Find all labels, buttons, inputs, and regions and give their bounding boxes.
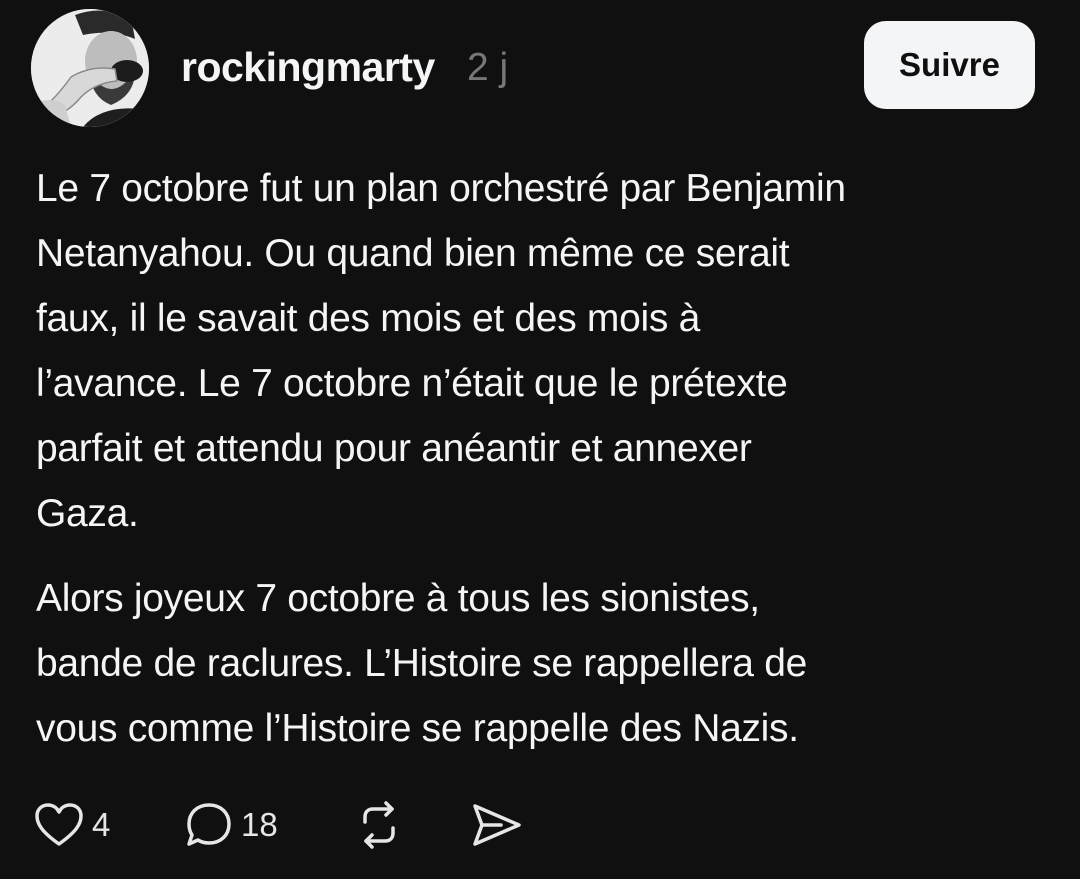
repost-button[interactable] [354, 800, 404, 850]
post-paragraph: Le 7 octobre fut un plan orchestré par B… [36, 167, 846, 535]
post-paragraph: Alors joyeux 7 octobre à tous les sionis… [36, 577, 807, 750]
avatar[interactable] [31, 9, 149, 127]
share-button[interactable] [471, 800, 523, 850]
follow-button[interactable]: Suivre [864, 21, 1035, 109]
post-timestamp: 2 j [467, 46, 509, 89]
profile-photo-icon [31, 9, 149, 127]
author-username[interactable]: rockingmarty [181, 44, 435, 91]
post-card: rockingmarty 2 j Suivre Le 7 octobre fut… [0, 0, 1080, 879]
heart-icon [35, 803, 83, 846]
like-count: 4 [92, 806, 111, 843]
post-body: Le 7 octobre fut un plan orchestré par B… [36, 156, 1056, 761]
like-button[interactable]: 4 [34, 800, 110, 850]
comment-button[interactable]: 18 [185, 800, 278, 850]
comment-count: 18 [241, 806, 278, 843]
repost-icon [363, 801, 395, 849]
comment-icon [187, 803, 231, 846]
send-icon [473, 804, 521, 846]
